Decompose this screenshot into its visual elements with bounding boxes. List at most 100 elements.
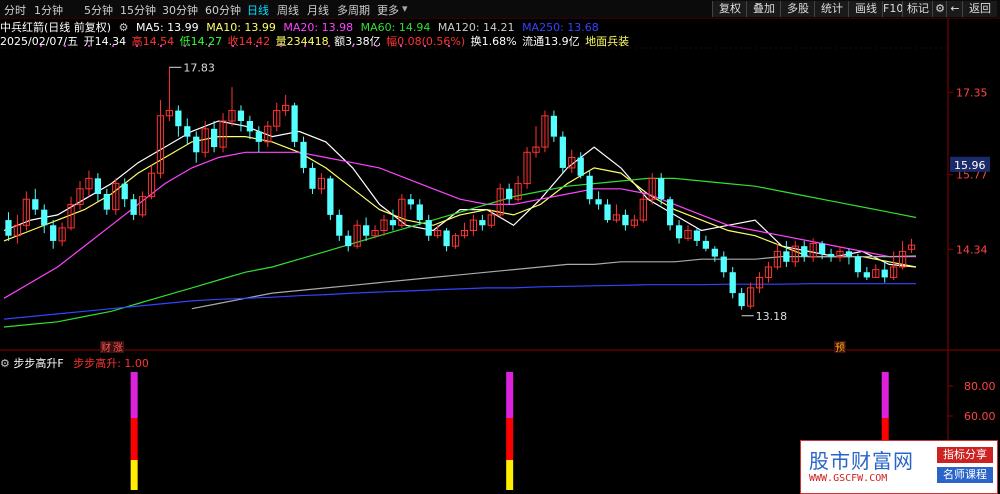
indicator-bar-segment: [506, 460, 514, 490]
indicator-bar-segment: [881, 372, 889, 418]
signal-dot: [136, 45, 138, 47]
ma-line-ma20: [3, 151, 916, 299]
candle-body: [604, 204, 611, 221]
signal-dot: [280, 45, 282, 47]
candle-body: [193, 136, 200, 153]
candle-body: [711, 248, 718, 257]
candle-body: [622, 214, 629, 226]
candle-body: [94, 178, 102, 194]
candle-body: [121, 183, 128, 200]
candle-body: [801, 246, 808, 257]
indicator-name: 步步高升F: [13, 357, 64, 370]
candle-body: [818, 243, 826, 254]
candle-body: [863, 272, 870, 278]
candle-body: [5, 220, 12, 236]
watermark-logo: 股市财富网 WWW.GSCFW.COM 指标分享 名师课程: [800, 440, 998, 494]
candle-body: [255, 131, 262, 142]
indicator-bar-segment: [506, 372, 514, 418]
candle-body: [854, 256, 862, 273]
candle-body: [550, 115, 558, 137]
signal-dot: [184, 45, 186, 47]
indicator-bar-segment: [506, 418, 514, 460]
price-tick-label: 14.34: [956, 243, 988, 256]
candle-body: [783, 251, 790, 262]
candle-body: [845, 251, 853, 257]
candle-body: [336, 214, 343, 236]
candle-body: [595, 199, 602, 205]
candle-body: [362, 225, 370, 236]
event-marker-marker_yu: 预: [835, 342, 845, 354]
candle-body: [175, 110, 182, 127]
low-price-label: 13.18: [756, 310, 788, 323]
kline-chart[interactable]: 17.8313.18财涨预 80.0060.00 17.3515.7714.34…: [0, 0, 1000, 494]
candle-body: [407, 199, 414, 205]
candle-body: [184, 126, 191, 137]
candle-body: [658, 178, 665, 200]
candle-body: [130, 199, 137, 215]
indicator-bar-segment: [130, 460, 138, 490]
event-marker-marker_zhang: 涨: [113, 342, 123, 354]
watermark-name: 股市财富网: [809, 449, 914, 473]
signal-dot: [304, 45, 306, 47]
candle-body: [559, 136, 566, 168]
indicator-tick-label: 60.00: [964, 410, 996, 423]
candle-body: [586, 175, 593, 200]
indicator-bar-segment: [130, 418, 138, 460]
event-marker-marker_cai: 财: [101, 341, 111, 354]
signal-dot: [256, 45, 258, 47]
candle-body: [693, 230, 701, 241]
price-tick-label: 17.35: [956, 86, 988, 99]
indicator-settings-icon[interactable]: ⚙: [0, 357, 10, 370]
candle-body: [881, 269, 888, 278]
signal-dot: [232, 45, 234, 47]
watermark-tag-course: 名师课程: [937, 467, 993, 483]
signal-dot: [424, 45, 426, 47]
candle-body: [103, 194, 110, 210]
candle-body: [246, 121, 254, 132]
candle-body: [443, 230, 450, 247]
candle-body: [345, 235, 352, 247]
ma-line-ma120: [191, 255, 917, 310]
signal-dot: [88, 45, 90, 47]
signal-dot: [352, 45, 354, 47]
signal-dot: [400, 45, 402, 47]
candle-body: [210, 128, 218, 148]
candle-body: [720, 256, 727, 273]
candle-body: [577, 157, 584, 176]
ma-line-ma60: [3, 177, 917, 328]
signal-dot: [328, 45, 330, 47]
candle-body: [666, 199, 674, 226]
candle-body: [729, 272, 736, 294]
candle-body: [237, 110, 245, 121]
candle-body: [50, 225, 57, 241]
indicator-header: ⚙ 步步高升F 步步高升: 1.00: [0, 355, 149, 371]
candle-body: [675, 225, 683, 239]
candle-body: [479, 220, 486, 226]
signal-dot: [448, 45, 450, 47]
high-price-label: 17.83: [183, 61, 215, 74]
indicator-value: 步步高升: 1.00: [73, 357, 149, 370]
candle-body: [300, 141, 307, 168]
candle-body: [291, 105, 298, 142]
candle-body: [738, 293, 745, 307]
signal-dot: [112, 45, 114, 47]
candle-body: [309, 167, 316, 189]
candle-body: [827, 253, 835, 257]
candle-body: [327, 178, 334, 215]
candle-body: [32, 199, 39, 210]
signal-dot: [160, 45, 162, 47]
candle-body: [41, 209, 48, 226]
candle-body: [416, 204, 423, 221]
candle-body: [702, 240, 710, 249]
current-price-label: 15.96: [954, 159, 986, 172]
watermark-url: WWW.GSCFW.COM: [809, 473, 888, 484]
candle-body: [506, 188, 513, 200]
candle-body: [389, 220, 397, 226]
signal-dot: [40, 45, 42, 47]
signal-dot: [208, 45, 210, 47]
signal-dot: [376, 45, 378, 47]
signal-dot: [64, 45, 66, 47]
watermark-tag-share: 指标分享: [937, 447, 993, 463]
candle-body: [425, 220, 432, 236]
indicator-bar-segment: [130, 372, 138, 418]
